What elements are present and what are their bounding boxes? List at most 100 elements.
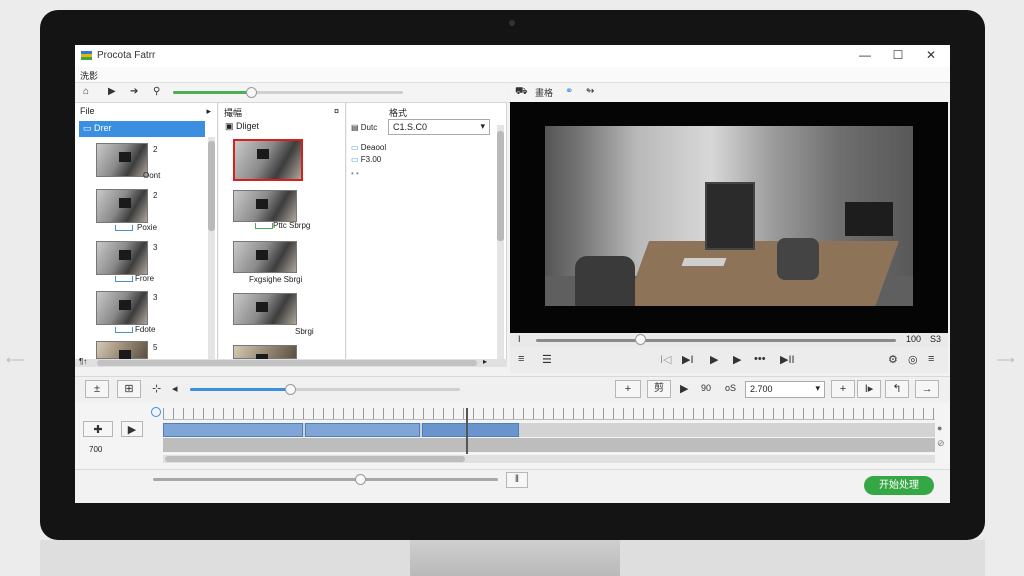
hscroll-thumb[interactable] [165, 456, 465, 462]
scene-desk [624, 241, 900, 306]
zoom-slider-knob[interactable] [246, 87, 258, 98]
pause-button[interactable]: ‖ [506, 472, 528, 488]
export-arrow-button[interactable]: → [915, 380, 939, 398]
hscroll-thumb[interactable] [97, 360, 477, 366]
zoom-icon[interactable]: ⚲ [153, 86, 160, 97]
play-icon[interactable]: ▶ [710, 353, 718, 366]
clip-marker-icon [255, 223, 273, 229]
timeline[interactable]: ✚ ▶ 700 ● ⊘ [75, 403, 950, 469]
previous-icon[interactable]: I◁ [660, 353, 672, 366]
format-icon: ▤ [351, 123, 361, 132]
audio-volume-icon[interactable]: ◂ [172, 382, 178, 395]
video-thumbnail [96, 291, 148, 325]
timeline-ruler[interactable] [163, 408, 935, 420]
format-label: Dutc [360, 123, 378, 132]
audio-icon[interactable]: ◎ [908, 353, 918, 366]
scroll-right-icon[interactable]: ▸ [483, 357, 487, 366]
home-icon[interactable]: ⌂ [83, 86, 89, 97]
add-clip-button[interactable]: ✚ [83, 421, 113, 437]
media-folder[interactable]: ▣ Dliget [225, 121, 259, 132]
more-icon[interactable]: ••• [754, 353, 766, 365]
menu-icon[interactable]: ☰ [542, 353, 552, 366]
next-frame-icon[interactable]: ▶II [780, 353, 795, 366]
duration-label: S3 [930, 334, 942, 344]
menu-item[interactable]: 洗影 [80, 69, 98, 82]
time-end: 100 [906, 334, 922, 344]
timeline-clip[interactable] [163, 423, 303, 437]
image-icon: ▣ [225, 121, 237, 131]
video-thumbnail [233, 345, 297, 364]
volume-track[interactable] [153, 478, 498, 481]
add-button[interactable]: + [831, 380, 855, 398]
app-window: Procota Fatrr — ☐ ✕ 洗影 ⌂ ▶ ➔ ⚲ ⛟ 畫格 ⚭ ↬ … [75, 45, 950, 503]
video-thumbnail [96, 143, 148, 177]
media-panel-header: 撮幅 ¤ [219, 103, 345, 119]
timeline-hscrollbar[interactable] [163, 455, 935, 463]
file-panel-scrollbar[interactable] [208, 137, 215, 359]
list-icon[interactable]: ≡ [518, 353, 524, 365]
seek-track[interactable] [536, 339, 896, 342]
media-panel: 撮幅 ¤ ▣ Dliget Pttc Sbrpg Fxgsighe Sbrgi … [219, 103, 346, 364]
settings-icon[interactable]: ⚙ [888, 353, 898, 366]
preview-label[interactable]: 畫格 [535, 86, 553, 99]
start-processing-button[interactable]: 开始处理 [864, 476, 934, 495]
selected-folder-label: Drer [94, 123, 112, 133]
forward-icon[interactable]: ➔ [130, 86, 138, 97]
time-start: I [518, 334, 521, 344]
selected-folder[interactable]: ▭ Drer [79, 121, 205, 137]
track-mute-icon[interactable]: ⊘ [937, 438, 945, 449]
timeline-play-button[interactable]: ▶ [121, 421, 143, 437]
seek-knob[interactable] [635, 334, 647, 345]
video-thumbnail [233, 241, 297, 273]
play-next-icon[interactable]: ▶ [733, 353, 741, 366]
property-row[interactable]: ▭ F3.00 [351, 155, 381, 164]
play-icon[interactable]: ▶ [680, 382, 688, 395]
grid-button[interactable]: ⊞ [117, 380, 141, 398]
menu-bar: 洗影 [75, 67, 950, 83]
add-track-button[interactable]: ± [85, 380, 109, 398]
seek-bar[interactable]: I 100 S3 [510, 333, 948, 347]
properties-panel: 格式 ▤ Dutc C1.S.C0 ▾ ▭ Deaool ▭ F3.00 • • [347, 103, 507, 359]
loop-icon[interactable]: ↬ [586, 86, 594, 97]
split-icon[interactable]: ⊹ [152, 382, 161, 395]
video-thumbnail [96, 189, 148, 223]
video-thumbnail [96, 341, 148, 360]
mark-in-button[interactable]: I▸ [857, 380, 881, 398]
minimize-button[interactable]: — [854, 48, 876, 64]
timeline-clip[interactable] [422, 423, 519, 437]
maximize-button[interactable]: ☐ [887, 48, 909, 64]
property-row[interactable]: ▭ Deaool [351, 143, 386, 152]
panels-hscrollbar[interactable]: ¶↑ ▸ [75, 357, 507, 367]
playhead[interactable] [466, 408, 468, 454]
options-icon[interactable]: ≡ [928, 353, 934, 365]
volume-knob[interactable] [355, 474, 366, 485]
file-panel-header: File ▸ [75, 103, 217, 119]
item-label: Frore [135, 274, 155, 283]
left-arrow-icon: ⟵ [6, 352, 25, 367]
track-toggle-icon[interactable]: ● [937, 423, 942, 433]
collapse-icon[interactable]: ▸ [206, 106, 211, 117]
audio-track[interactable] [163, 438, 935, 452]
title-bar: Procota Fatrr — ☐ ✕ [75, 45, 950, 67]
video-preview[interactable] [510, 102, 948, 334]
timeline-clip[interactable] [305, 423, 420, 437]
timeline-zoom-knob[interactable] [284, 384, 296, 395]
item-count: 2 [153, 145, 158, 154]
properties-scrollbar[interactable] [497, 125, 504, 359]
scrollbar-thumb[interactable] [208, 141, 215, 231]
format-select[interactable]: C1.S.C0 ▾ [388, 119, 490, 135]
speed-select[interactable]: 2.700 ▾ [745, 381, 825, 398]
undo-button[interactable]: ↰ [885, 380, 909, 398]
plus-button[interactable]: + [615, 380, 641, 398]
link-icon[interactable]: ⚭ [565, 86, 573, 97]
clip-marker-icon [115, 225, 133, 231]
cut-button[interactable]: 剪 [647, 380, 671, 398]
panel-menu-icon[interactable]: ¤ [334, 106, 339, 116]
media-panel-title: 撮幅 [224, 108, 243, 118]
scrollbar-thumb[interactable] [497, 131, 504, 241]
play-icon[interactable]: ▶ [108, 86, 116, 97]
car-icon[interactable]: ⛟ [515, 86, 528, 99]
step-forward-icon[interactable]: ▶I [682, 353, 694, 366]
media-item-label: Sbrgi [295, 327, 314, 336]
close-button[interactable]: ✕ [920, 48, 942, 64]
